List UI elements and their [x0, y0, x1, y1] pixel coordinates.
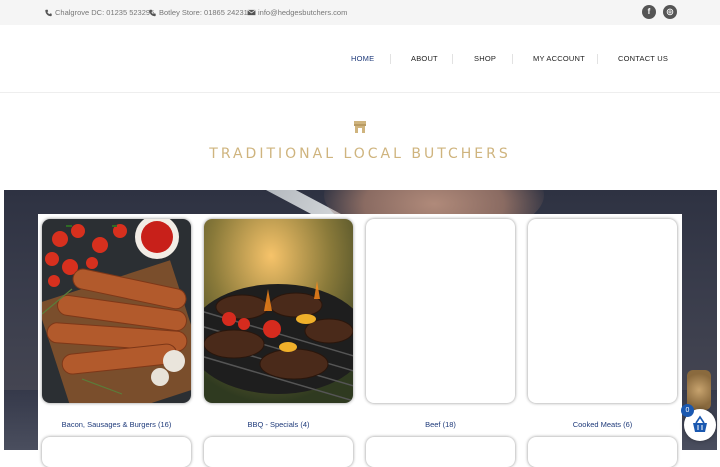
- category-card-row2[interactable]: [366, 437, 515, 467]
- category-count: (6): [623, 420, 633, 429]
- category-card-row2[interactable]: [528, 437, 677, 467]
- nav-about[interactable]: ABOUT: [411, 54, 438, 63]
- category-card-row2[interactable]: [204, 437, 353, 467]
- category-name: BBQ - Specials: [247, 420, 299, 429]
- site-header: HOME ABOUT SHOP MY ACCOUNT CONTACT US: [0, 25, 720, 93]
- nav-my-account[interactable]: MY ACCOUNT: [533, 54, 585, 63]
- nav-home[interactable]: HOME: [351, 54, 374, 63]
- category-count: (18): [442, 420, 456, 429]
- sausages-image: [42, 219, 191, 403]
- nav-divider: [597, 54, 598, 64]
- shop-icon: [354, 121, 366, 133]
- nav-divider: [512, 54, 513, 64]
- category-count: (4): [300, 420, 310, 429]
- nav-shop[interactable]: SHOP: [474, 54, 496, 63]
- category-count: (16): [157, 420, 172, 429]
- nav-divider: [390, 54, 391, 64]
- category-caption-cooked-meats[interactable]: Cooked Meats (6): [528, 420, 677, 429]
- category-card-row2[interactable]: [42, 437, 191, 467]
- top-bar: Chalgrove DC: 01235 523295 Botley Store:…: [0, 0, 720, 25]
- bbq-grill-image: [204, 219, 353, 403]
- contact-email-text: info@hedgesbutchers.com: [258, 8, 348, 17]
- nav-contact-us[interactable]: CONTACT US: [618, 54, 668, 63]
- contact-botley-text: Botley Store: 01865 242318: [159, 8, 252, 17]
- category-caption-beef[interactable]: Beef (18): [366, 420, 515, 429]
- contact-chalgrove-text: Chalgrove DC: 01235 523295: [55, 8, 155, 17]
- instagram-icon[interactable]: ◎: [663, 5, 677, 19]
- contact-email[interactable]: info@hedgesbutchers.com: [247, 8, 347, 17]
- contact-botley[interactable]: Botley Store: 01865 242318: [148, 8, 252, 17]
- category-caption-bacon-sausages-burgers[interactable]: Bacon, Sausages & Burgers (16): [42, 420, 191, 429]
- envelope-icon: [247, 9, 256, 16]
- phone-icon: [149, 9, 156, 16]
- category-name: Bacon, Sausages & Burgers: [61, 420, 156, 429]
- category-card-cooked-meats[interactable]: [528, 219, 677, 403]
- category-card-beef[interactable]: [366, 219, 515, 403]
- category-name: Beef: [425, 420, 441, 429]
- facebook-icon[interactable]: f: [642, 5, 656, 19]
- category-caption-bbq-specials[interactable]: BBQ - Specials (4): [204, 420, 353, 429]
- phone-icon: [45, 9, 52, 16]
- tagline-heading: TRADITIONAL LOCAL BUTCHERS: [209, 146, 511, 162]
- nav-divider: [452, 54, 453, 64]
- cart-count-badge: 0: [681, 404, 694, 417]
- category-card-bacon-sausages-burgers[interactable]: [42, 219, 191, 403]
- category-name: Cooked Meats: [572, 420, 622, 429]
- category-card-bbq-specials[interactable]: [204, 219, 353, 403]
- contact-chalgrove[interactable]: Chalgrove DC: 01235 523295: [44, 8, 154, 17]
